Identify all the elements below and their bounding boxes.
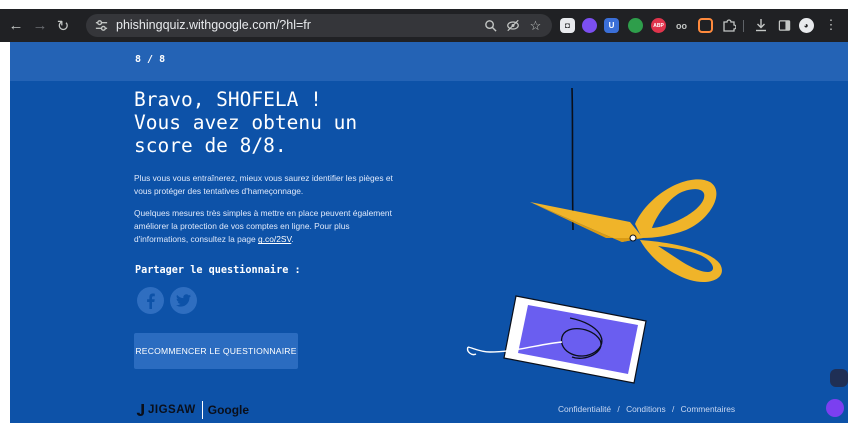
adblock-plus-icon[interactable]: ABP (651, 18, 666, 33)
rainbow-ring-icon[interactable] (698, 18, 713, 33)
eye-off-icon[interactable] (504, 17, 521, 34)
floating-assistant-icon[interactable] (826, 399, 844, 417)
side-panel-icon[interactable] (775, 16, 793, 34)
green-extension-icon[interactable] (628, 18, 643, 33)
zoom-icon[interactable] (482, 17, 499, 34)
menu-kebab-icon[interactable]: ⋮ (822, 16, 840, 34)
scissors-lower-handle (640, 240, 722, 283)
quiz-result-page: 8 / 8 Bravo, SHOFELA ! Vous avez obtenu … (10, 42, 848, 423)
back-arrow-icon[interactable]: ← (5, 9, 27, 42)
floating-widget-icon[interactable] (830, 369, 848, 387)
scissors-phone-illustration (466, 87, 722, 384)
profile-avatar-icon[interactable]: ◕ (797, 16, 815, 34)
download-icon[interactable] (752, 16, 770, 34)
browser-toolbar: ← → ↻ phishingquiz.withgoogle.com/?hl=fr… (0, 9, 848, 42)
scissors-upper-blade (530, 202, 643, 242)
forward-arrow-icon[interactable]: → (29, 9, 51, 42)
url-text[interactable]: phishingquiz.withgoogle.com/?hl=fr (116, 14, 311, 37)
site-settings-icon[interactable] (94, 18, 109, 33)
1password-icon[interactable]: ◘ (560, 18, 575, 33)
bitwarden-icon[interactable]: U (604, 18, 619, 33)
scissors-pivot (629, 234, 637, 242)
address-bar[interactable]: phishingquiz.withgoogle.com/?hl=fr ☆ (86, 14, 552, 37)
colorful-orb-icon[interactable] (582, 18, 597, 33)
scissors-upper-handle (635, 179, 717, 238)
hanging-string (571, 87, 574, 231)
reload-icon[interactable]: ↻ (52, 9, 74, 42)
extensions-puzzle-icon[interactable] (720, 16, 738, 34)
glasses-icon[interactable]: oo (674, 18, 689, 33)
bookmark-star-icon[interactable]: ☆ (527, 17, 544, 34)
toolbar-divider (743, 20, 744, 32)
